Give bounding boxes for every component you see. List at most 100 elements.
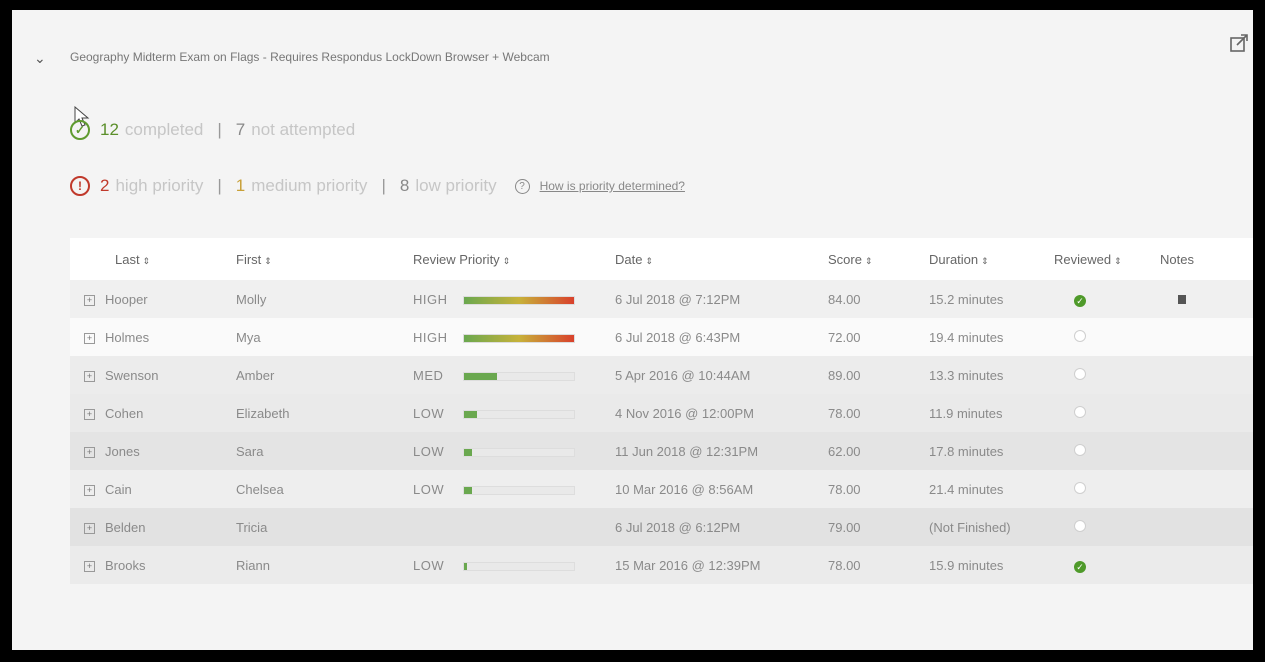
- cell-priority: MED: [413, 356, 615, 394]
- cell-first: Chelsea: [236, 470, 413, 508]
- cell-first: Amber: [236, 356, 413, 394]
- priority-bar-fill: [464, 372, 497, 380]
- high-priority-count: 2: [100, 176, 110, 195]
- cell-reviewed: [1054, 470, 1160, 508]
- column-header-score[interactable]: Score ⇕: [828, 238, 929, 280]
- cell-priority: LOW: [413, 432, 615, 470]
- cell-notes: [1160, 394, 1253, 432]
- table-row[interactable]: + Jones Sara LOW 11 Jun 2018 @ 12:31PM 62.00 1…: [70, 432, 1253, 470]
- cell-duration: 15.2 minutes: [929, 280, 1054, 318]
- cell-date: 10 Mar 2016 @ 8:56AM: [615, 470, 828, 508]
- column-header-last[interactable]: Last ⇕: [70, 238, 236, 280]
- reviewed-check-icon[interactable]: ✓: [1074, 560, 1086, 573]
- attempt-date: 10 Mar 2016 @ 8:56AM: [615, 481, 754, 497]
- first-name: Mya: [236, 329, 261, 345]
- column-header-reviewed[interactable]: Reviewed ⇕: [1054, 238, 1160, 280]
- expand-row-icon[interactable]: +: [84, 522, 95, 534]
- external-link-icon[interactable]: [1228, 32, 1250, 54]
- cell-first: Riann: [236, 546, 413, 584]
- unreviewed-circle-icon[interactable]: [1074, 329, 1086, 342]
- cell-last: + Holmes: [70, 318, 236, 356]
- table-row[interactable]: + Cain Chelsea LOW 10 Mar 2016 @ 8:56AM 78.00…: [70, 470, 1253, 508]
- cell-notes: [1160, 356, 1253, 394]
- priority-help: ? How is priority determined?: [514, 178, 685, 194]
- column-header-notes[interactable]: Notes: [1160, 238, 1253, 280]
- cell-priority: [413, 508, 615, 546]
- duration-value: 19.4 minutes: [929, 329, 1004, 345]
- cell-date: 15 Mar 2016 @ 12:39PM: [615, 546, 828, 584]
- table-row[interactable]: + Holmes Mya HIGH 6 Jul 2018 @ 6:43PM 72.00 19…: [70, 318, 1253, 356]
- expand-row-icon[interactable]: +: [84, 560, 95, 572]
- unreviewed-circle-icon[interactable]: [1074, 405, 1086, 418]
- cell-duration: 15.9 minutes: [929, 546, 1054, 584]
- medium-priority-count: 1: [235, 176, 246, 195]
- exam-panel: ⌄ Geography Midterm Exam on Flags - Requ…: [12, 10, 1253, 650]
- expand-row-icon[interactable]: +: [84, 370, 95, 382]
- score-value: 78.00: [828, 557, 861, 573]
- duration-value: 21.4 minutes: [929, 481, 1004, 497]
- cell-notes: [1160, 432, 1253, 470]
- table-row[interactable]: + Belden Tricia 6 Jul 2018 @ 6:12PM 79.00 (No…: [70, 508, 1253, 546]
- last-name: Cain: [105, 481, 132, 497]
- score-value: 78.00: [828, 481, 861, 497]
- high-priority-label: high priority: [115, 176, 204, 195]
- cell-reviewed: ✓: [1054, 280, 1160, 318]
- unreviewed-circle-icon[interactable]: [1074, 367, 1086, 380]
- completed-count: 12: [100, 120, 119, 139]
- expand-row-icon[interactable]: +: [84, 484, 95, 496]
- check-circle-icon: ✓: [70, 120, 90, 140]
- first-name: Riann: [236, 557, 270, 573]
- expand-row-icon[interactable]: +: [84, 446, 95, 458]
- expand-row-icon[interactable]: +: [84, 408, 95, 420]
- table-row[interactable]: + Brooks Riann LOW 15 Mar 2016 @ 12:39PM 78.0…: [70, 546, 1253, 584]
- cell-last: + Swenson: [70, 356, 236, 394]
- unreviewed-circle-icon[interactable]: [1074, 519, 1086, 532]
- table-row[interactable]: + Cohen Elizabeth LOW 4 Nov 2016 @ 12:00PM 78…: [70, 394, 1253, 432]
- expand-row-icon[interactable]: +: [84, 294, 95, 306]
- column-header-review-priority[interactable]: Review Priority ⇕: [413, 238, 615, 280]
- attempt-date: 15 Mar 2016 @ 12:39PM: [615, 557, 761, 573]
- cell-priority: HIGH: [413, 318, 615, 356]
- column-header-first[interactable]: First ⇕: [236, 238, 413, 280]
- note-icon[interactable]: [1178, 294, 1186, 304]
- last-name: Cohen: [105, 405, 144, 421]
- collapse-chevron-icon[interactable]: ⌄: [34, 50, 46, 67]
- last-name: Holmes: [105, 329, 150, 345]
- cell-score: 79.00: [828, 508, 929, 546]
- cell-date: 11 Jun 2018 @ 12:31PM: [615, 432, 828, 470]
- priority-bar: [463, 371, 575, 381]
- cell-last: + Cohen: [70, 394, 236, 432]
- cell-priority: HIGH: [413, 280, 615, 318]
- unreviewed-circle-icon[interactable]: [1074, 443, 1086, 456]
- low-priority-count: 8: [399, 176, 410, 195]
- score-value: 89.00: [828, 367, 861, 383]
- first-name: Molly: [236, 291, 267, 307]
- not-attempted-count: 7: [235, 120, 246, 139]
- column-header-duration[interactable]: Duration ⇕: [929, 238, 1054, 280]
- cell-priority: LOW: [413, 470, 615, 508]
- last-name: Jones: [105, 443, 140, 459]
- completion-summary: ✓ 12 completed | 7 not attempted: [70, 120, 355, 140]
- priority-bar-fill: [464, 296, 574, 304]
- low-priority-label: low priority: [415, 176, 497, 195]
- expand-row-icon[interactable]: +: [84, 332, 95, 344]
- attempt-date: 6 Jul 2018 @ 7:12PM: [615, 291, 741, 307]
- priority-label: LOW: [413, 443, 445, 459]
- reviewed-check-icon[interactable]: ✓: [1074, 294, 1086, 307]
- separator: |: [381, 176, 386, 195]
- priority-help-link[interactable]: How is priority determined?: [540, 179, 685, 193]
- table-row[interactable]: + Hooper Molly HIGH 6 Jul 2018 @ 7:12PM 84.00…: [70, 280, 1253, 318]
- unreviewed-circle-icon[interactable]: [1074, 481, 1086, 494]
- attempt-date: 5 Apr 2016 @ 10:44AM: [615, 367, 751, 383]
- cell-notes: [1160, 318, 1253, 356]
- cell-score: 78.00: [828, 470, 929, 508]
- cell-score: 78.00: [828, 546, 929, 584]
- column-header-date[interactable]: Date ⇕: [615, 238, 828, 280]
- first-name: Amber: [236, 367, 275, 383]
- priority-label: LOW: [413, 557, 445, 573]
- cell-duration: 17.8 minutes: [929, 432, 1054, 470]
- cell-reviewed: ✓: [1054, 546, 1160, 584]
- last-name: Brooks: [105, 557, 146, 573]
- priority-bar: [463, 561, 575, 571]
- table-row[interactable]: + Swenson Amber MED 5 Apr 2016 @ 10:44AM 89.0…: [70, 356, 1253, 394]
